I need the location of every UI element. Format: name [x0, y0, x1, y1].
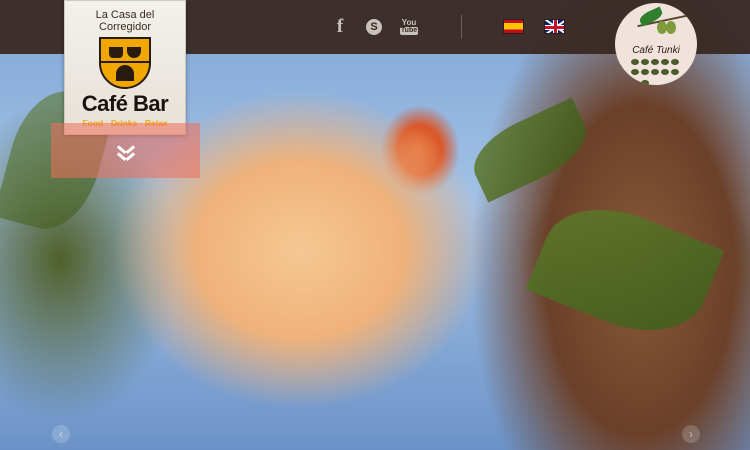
youtube-you-label: You	[401, 18, 417, 27]
slider-next-button[interactable]: ›	[682, 425, 700, 443]
scroll-down-button[interactable]	[51, 123, 200, 178]
partner-logo-cafe-tunki[interactable]: Café Tunki	[615, 3, 697, 85]
leaf-shape	[525, 187, 725, 353]
coat-of-arms-icon	[99, 37, 151, 89]
spanish-flag-icon[interactable]	[503, 19, 524, 34]
logo-line1: La Casa del	[95, 9, 155, 21]
slider-prev-button[interactable]: ‹	[52, 425, 70, 443]
youtube-icon[interactable]: You Tube	[399, 17, 419, 37]
coffee-beans-icon	[631, 59, 683, 85]
english-flag-icon[interactable]	[544, 19, 565, 34]
divider	[461, 15, 462, 39]
skype-icon[interactable]: S	[366, 19, 382, 35]
logo-title: Café Bar	[81, 91, 169, 116]
youtube-tube-label: Tube	[399, 27, 419, 35]
site-logo[interactable]: La Casa del Corregidor Café Bar Food · D…	[64, 0, 186, 135]
partner-name: Café Tunki	[632, 45, 680, 56]
logo-line2: Corregidor	[99, 21, 151, 33]
facebook-icon[interactable]: f	[333, 16, 347, 37]
chevron-double-down-icon	[116, 142, 136, 160]
leaf-shape	[462, 97, 598, 203]
